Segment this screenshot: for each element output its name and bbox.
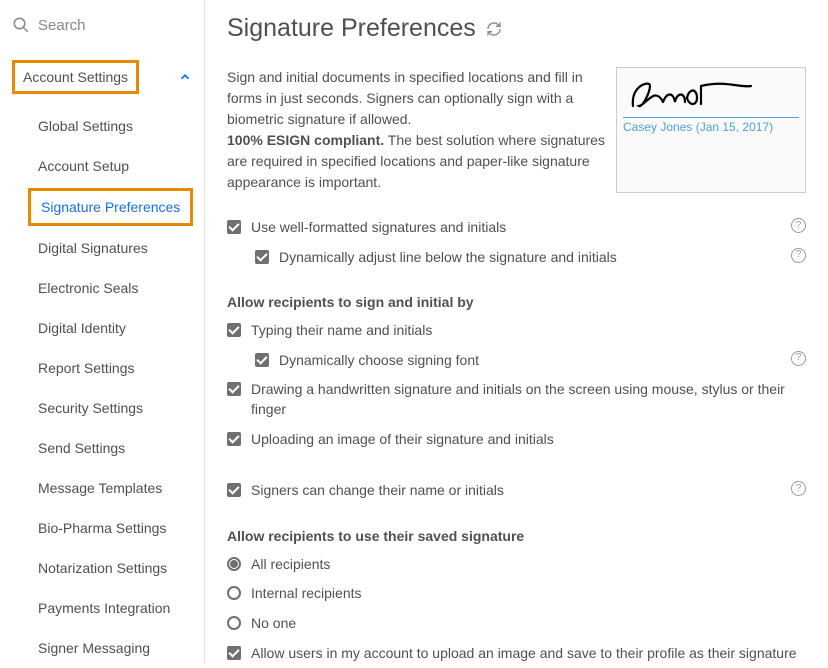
sidebar-item-global-settings[interactable]: Global Settings	[0, 106, 204, 146]
search-icon	[12, 16, 30, 34]
checkbox-well-formatted[interactable]	[227, 220, 241, 234]
signature-caption: Casey Jones (Jan 15, 2017)	[623, 118, 799, 134]
help-icon[interactable]: ?	[791, 351, 806, 366]
label-uploading: Uploading an image of their signature an…	[251, 430, 806, 450]
checkbox-allow-upload[interactable]	[227, 646, 241, 660]
sidebar: Search Account Settings Global Settings …	[0, 0, 205, 663]
label-dynamic-font: Dynamically choose signing font	[279, 351, 775, 371]
intro-text: Sign and initial documents in specified …	[227, 67, 606, 193]
sidebar-item-security-settings[interactable]: Security Settings	[0, 388, 204, 428]
checkbox-uploading[interactable]	[227, 432, 241, 446]
page-title-text: Signature Preferences	[227, 14, 476, 43]
sidebar-item-digital-signatures[interactable]: Digital Signatures	[0, 228, 204, 268]
checkbox-dynamic-font[interactable]	[255, 353, 269, 367]
label-dynamic-line: Dynamically adjust line below the signat…	[279, 248, 775, 268]
main-content: Signature Preferences Sign and initial d…	[205, 0, 828, 663]
search-placeholder: Search	[38, 17, 86, 34]
sidebar-item-report-settings[interactable]: Report Settings	[0, 348, 204, 388]
checkbox-dynamic-line[interactable]	[255, 250, 269, 264]
help-icon[interactable]: ?	[791, 481, 806, 496]
sidebar-item-signature-preferences[interactable]: Signature Preferences	[28, 188, 193, 226]
label-typing-name: Typing their name and initials	[251, 321, 806, 341]
sidebar-item-electronic-seals[interactable]: Electronic Seals	[0, 268, 204, 308]
checkbox-change-name[interactable]	[227, 483, 241, 497]
heading-sign-initial: Allow recipients to sign and initial by	[227, 294, 806, 310]
sidebar-item-digital-identity[interactable]: Digital Identity	[0, 308, 204, 348]
radio-all-recipients[interactable]	[227, 557, 241, 571]
intro-bold: 100% ESIGN compliant.	[227, 132, 384, 148]
nav-section-header[interactable]: Account Settings	[0, 48, 204, 106]
intro-line1: Sign and initial documents in specified …	[227, 69, 583, 127]
sidebar-item-notarization-settings[interactable]: Notarization Settings	[0, 548, 204, 588]
checkbox-drawing[interactable]	[227, 382, 241, 396]
label-internal-recipients: Internal recipients	[251, 584, 806, 604]
sidebar-item-signer-messaging[interactable]: Signer Messaging	[0, 628, 204, 668]
heading-saved-signature: Allow recipients to use their saved sign…	[227, 528, 806, 544]
help-icon[interactable]: ?	[791, 218, 806, 233]
help-icon[interactable]: ?	[791, 248, 806, 263]
radio-internal-recipients[interactable]	[227, 586, 241, 600]
refresh-icon[interactable]	[486, 21, 502, 37]
label-change-name: Signers can change their name or initial…	[251, 481, 775, 501]
checkbox-typing-name[interactable]	[227, 323, 241, 337]
signature-image	[625, 78, 755, 114]
sidebar-item-payments-integration[interactable]: Payments Integration	[0, 588, 204, 628]
label-no-one: No one	[251, 614, 806, 634]
sidebar-item-message-templates[interactable]: Message Templates	[0, 468, 204, 508]
chevron-up-icon	[178, 70, 192, 84]
search-box[interactable]: Search	[0, 16, 204, 48]
label-allow-upload: Allow users in my account to upload an i…	[251, 644, 806, 663]
sidebar-item-send-settings[interactable]: Send Settings	[0, 428, 204, 468]
nav-section-title: Account Settings	[12, 60, 139, 94]
label-drawing: Drawing a handwritten signature and init…	[251, 380, 806, 419]
sidebar-item-bio-pharma-settings[interactable]: Bio-Pharma Settings	[0, 508, 204, 548]
label-well-formatted: Use well-formatted signatures and initia…	[251, 218, 775, 238]
sidebar-item-account-setup[interactable]: Account Setup	[0, 146, 204, 186]
page-title: Signature Preferences	[227, 14, 806, 43]
label-all-recipients: All recipients	[251, 555, 806, 575]
radio-no-one[interactable]	[227, 616, 241, 630]
signature-preview: Casey Jones (Jan 15, 2017)	[616, 67, 806, 193]
